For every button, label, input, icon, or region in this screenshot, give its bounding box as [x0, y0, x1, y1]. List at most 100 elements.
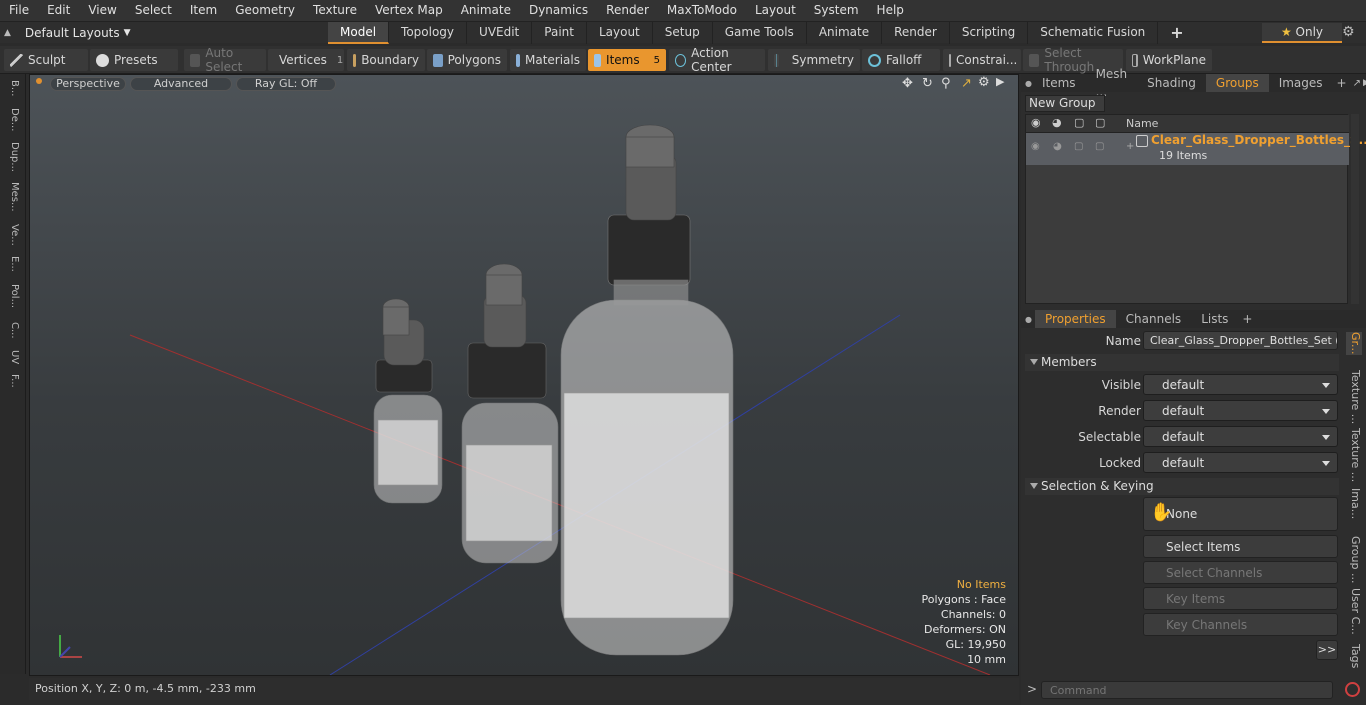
column-name[interactable]: Name [1126, 117, 1158, 130]
layout-dropdown[interactable]: ▲ Default Layouts ▼ [4, 22, 131, 44]
side-tab-group-2[interactable]: Group ... [1346, 536, 1362, 583]
menu-item[interactable]: Item [181, 0, 226, 21]
menu-vertex-map[interactable]: Vertex Map [366, 0, 452, 21]
menu-layout[interactable]: Layout [746, 0, 805, 21]
left-tab-3[interactable]: Dup... [4, 142, 20, 172]
viewport-dot-icon[interactable] [36, 78, 42, 84]
name-field[interactable]: Clear_Glass_Dropper_Bottles_Set (21 [1143, 331, 1338, 350]
gear-icon[interactable]: ⚙ [1342, 24, 1355, 40]
add-props-tab-icon[interactable]: + [1238, 312, 1256, 326]
vertices-button[interactable]: Vertices 1 [268, 49, 344, 71]
tab-lists[interactable]: Lists [1191, 310, 1238, 328]
select-channels-button[interactable]: Select Channels [1143, 561, 1338, 584]
menu-animate[interactable]: Animate [452, 0, 520, 21]
left-tab-9[interactable]: UV [4, 350, 20, 364]
visible-select[interactable]: default [1143, 374, 1338, 395]
command-input[interactable] [1041, 681, 1333, 699]
menu-texture[interactable]: Texture [304, 0, 366, 21]
tab-paint[interactable]: Paint [532, 22, 587, 44]
row-eye-icon[interactable]: ◉ [1031, 141, 1040, 152]
side-tab-user-channels[interactable]: User C... [1346, 588, 1362, 635]
more-button[interactable]: >> [1316, 640, 1338, 660]
tab-layout[interactable]: Layout [587, 22, 653, 44]
key-channels-button[interactable]: Key Channels [1143, 613, 1338, 636]
tab-setup[interactable]: Setup [653, 22, 713, 44]
render-select[interactable]: default [1143, 400, 1338, 421]
left-tab-1[interactable]: B... [4, 80, 20, 96]
tab-channels[interactable]: Channels [1116, 310, 1192, 328]
menu-edit[interactable]: Edit [38, 0, 79, 21]
menu-select[interactable]: Select [126, 0, 181, 21]
symmetry-button[interactable]: Symmetry [768, 49, 860, 71]
group-row[interactable]: ◉ ◕ ▢ ▢ + Clear_Glass_Dropper_Bottles_S.… [1026, 133, 1366, 165]
key-items-button[interactable]: Key Items [1143, 587, 1338, 610]
selectable-select[interactable]: default [1143, 426, 1338, 447]
menu-render[interactable]: Render [597, 0, 658, 21]
raygl-button[interactable]: Ray GL: Off [236, 77, 336, 91]
lock-icon[interactable]: ▢ [1074, 116, 1084, 129]
members-section[interactable]: Members [1025, 354, 1339, 371]
row-select-icon[interactable]: ▢ [1095, 141, 1104, 152]
side-tab-texture-2[interactable]: Texture ... [1346, 428, 1362, 482]
expand-panel-icon[interactable]: ↗ [1351, 78, 1363, 89]
left-tab-4[interactable]: Mes... [4, 182, 20, 212]
zoom-view-icon[interactable]: ⚲ [941, 76, 951, 91]
tab-topology[interactable]: Topology [389, 22, 468, 44]
add-panel-tab-icon[interactable]: + [1333, 76, 1351, 90]
polygons-button[interactable]: Polygons [427, 49, 507, 71]
left-tab-2[interactable]: De... [4, 108, 20, 131]
record-icon[interactable] [1345, 682, 1360, 697]
tab-schematic-fusion[interactable]: Schematic Fusion [1028, 22, 1159, 44]
menu-help[interactable]: Help [868, 0, 913, 21]
falloff-button[interactable]: Falloff [862, 49, 940, 71]
selection-keying-section[interactable]: Selection & Keying [1025, 478, 1339, 495]
advanced-button[interactable]: Advanced [130, 77, 232, 91]
panel-dot-icon[interactable]: ● [1021, 79, 1032, 88]
render-icon[interactable]: ◕ [1052, 116, 1062, 129]
select-items-button[interactable]: Select Items [1143, 535, 1338, 558]
side-tab-tags[interactable]: Tags [1346, 644, 1362, 668]
items-button[interactable]: Items 5 [588, 49, 666, 71]
tab-model[interactable]: Model [328, 22, 390, 44]
tab-scripting[interactable]: Scripting [950, 22, 1029, 44]
tab-properties[interactable]: Properties [1035, 310, 1116, 328]
groups-scrollbar[interactable] [1351, 114, 1359, 304]
menu-maxtomodo[interactable]: MaxToModo [658, 0, 746, 21]
fit-view-icon[interactable]: ↗ [961, 76, 972, 91]
constraints-button[interactable]: Constrai... [943, 49, 1021, 71]
side-tab-image[interactable]: Ima... [1346, 488, 1362, 519]
action-center-button[interactable]: Action Center [669, 46, 765, 74]
left-tab-6[interactable]: E... [4, 256, 20, 272]
auto-select-button[interactable]: Auto Select [184, 46, 266, 74]
sculpt-button[interactable]: Sculpt [4, 49, 88, 71]
menu-system[interactable]: System [805, 0, 868, 21]
new-group-button[interactable]: New Group [1025, 95, 1105, 112]
expand-plus-icon[interactable]: + [1126, 141, 1134, 152]
menu-view[interactable]: View [79, 0, 125, 21]
tab-animate[interactable]: Animate [807, 22, 883, 44]
materials-button[interactable]: Materials [510, 49, 586, 71]
tab-groups[interactable]: Groups [1205, 74, 1269, 92]
move-view-icon[interactable]: ✥ [902, 76, 913, 91]
workplane-button[interactable]: WorkPlane [1126, 49, 1212, 71]
props-dot-icon[interactable]: ● [1021, 315, 1035, 324]
rotate-view-icon[interactable]: ↻ [922, 76, 933, 91]
tab-items[interactable]: Items [1032, 74, 1086, 92]
add-tab-button[interactable]: + [1158, 22, 1195, 44]
left-tab-8[interactable]: C... [4, 322, 20, 339]
menu-file[interactable]: File [0, 0, 38, 21]
viewport-expand-icon[interactable]: ▶ [996, 75, 1004, 88]
perspective-button[interactable]: Perspective [50, 77, 126, 91]
side-tab-group[interactable]: Gr... [1346, 332, 1362, 355]
select-icon[interactable]: ▢ [1095, 116, 1105, 129]
left-tab-10[interactable]: F... [4, 374, 20, 388]
menu-dynamics[interactable]: Dynamics [520, 0, 597, 21]
boundary-button[interactable]: Boundary [347, 49, 425, 71]
tab-game-tools[interactable]: Game Tools [713, 22, 807, 44]
row-lock-icon[interactable]: ▢ [1074, 141, 1083, 152]
tab-images[interactable]: Images [1269, 74, 1333, 92]
locked-select[interactable]: default [1143, 452, 1338, 473]
left-tab-7[interactable]: Pol... [4, 284, 20, 308]
3d-viewport[interactable]: Perspective Advanced Ray GL: Off ✥ ↻ ⚲ ↗… [29, 74, 1019, 676]
row-render-icon[interactable]: ◕ [1053, 141, 1062, 152]
